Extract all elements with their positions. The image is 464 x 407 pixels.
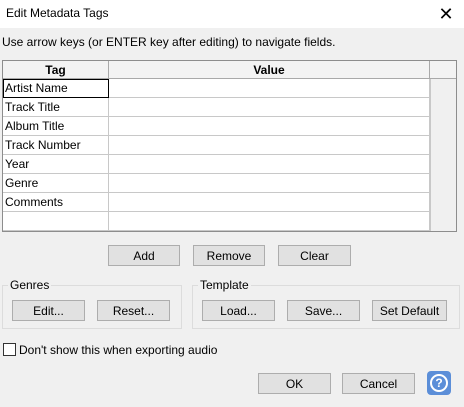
add-button[interactable]: Add [108,245,180,266]
value-cell[interactable] [109,98,430,117]
template-label: Template [198,278,251,292]
table-row: Artist Name [3,79,430,98]
value-cell[interactable] [109,117,430,136]
table-row: Album Title [3,117,430,136]
tag-cell[interactable]: Album Title [3,117,109,136]
table-row: Year [3,155,430,174]
help-button[interactable]: ? [427,371,451,395]
tag-cell[interactable]: Genre [3,174,109,193]
dont-show-label[interactable]: Don't show this when exporting audio [19,343,217,357]
template-load-button[interactable]: Load... [202,300,275,321]
tag-cell[interactable]: Track Title [3,98,109,117]
remove-button[interactable]: Remove [193,245,265,266]
instructions-text: Use arrow keys (or ENTER key after editi… [2,35,336,49]
genres-edit-button[interactable]: Edit... [12,300,85,321]
tag-cell[interactable] [3,212,109,231]
tag-cell[interactable]: Year [3,155,109,174]
grid-scroll-area [430,79,456,231]
value-cell[interactable] [109,212,430,231]
ok-button[interactable]: OK [258,373,331,394]
metadata-grid: Tag Value Artist Name Track Title Album … [2,60,457,232]
column-header-filler [430,61,456,79]
value-cell[interactable] [109,174,430,193]
column-header-tag[interactable]: Tag [3,61,109,79]
window-title: Edit Metadata Tags [6,6,109,20]
genres-reset-button[interactable]: Reset... [97,300,170,321]
cancel-button[interactable]: Cancel [342,373,415,394]
tag-cell[interactable]: Track Number [3,136,109,155]
title-bar: Edit Metadata Tags ✕ [0,0,464,28]
value-cell[interactable] [109,136,430,155]
column-header-value[interactable]: Value [109,61,430,79]
genres-label: Genres [8,278,52,292]
clear-button[interactable]: Clear [278,245,351,266]
table-row: Genre [3,174,430,193]
set-default-button[interactable]: Set Default [372,300,447,321]
table-row: Track Title [3,98,430,117]
tag-cell[interactable]: Artist Name [3,79,109,98]
tag-cell[interactable]: Comments [3,193,109,212]
template-save-button[interactable]: Save... [287,300,360,321]
table-row [3,212,430,231]
value-cell[interactable] [109,155,430,174]
close-icon[interactable]: ✕ [428,0,464,28]
value-cell[interactable] [109,79,430,98]
table-row: Track Number [3,136,430,155]
value-cell[interactable] [109,193,430,212]
help-icon: ? [430,374,448,392]
table-row: Comments [3,193,430,212]
dont-show-checkbox[interactable] [3,343,16,356]
